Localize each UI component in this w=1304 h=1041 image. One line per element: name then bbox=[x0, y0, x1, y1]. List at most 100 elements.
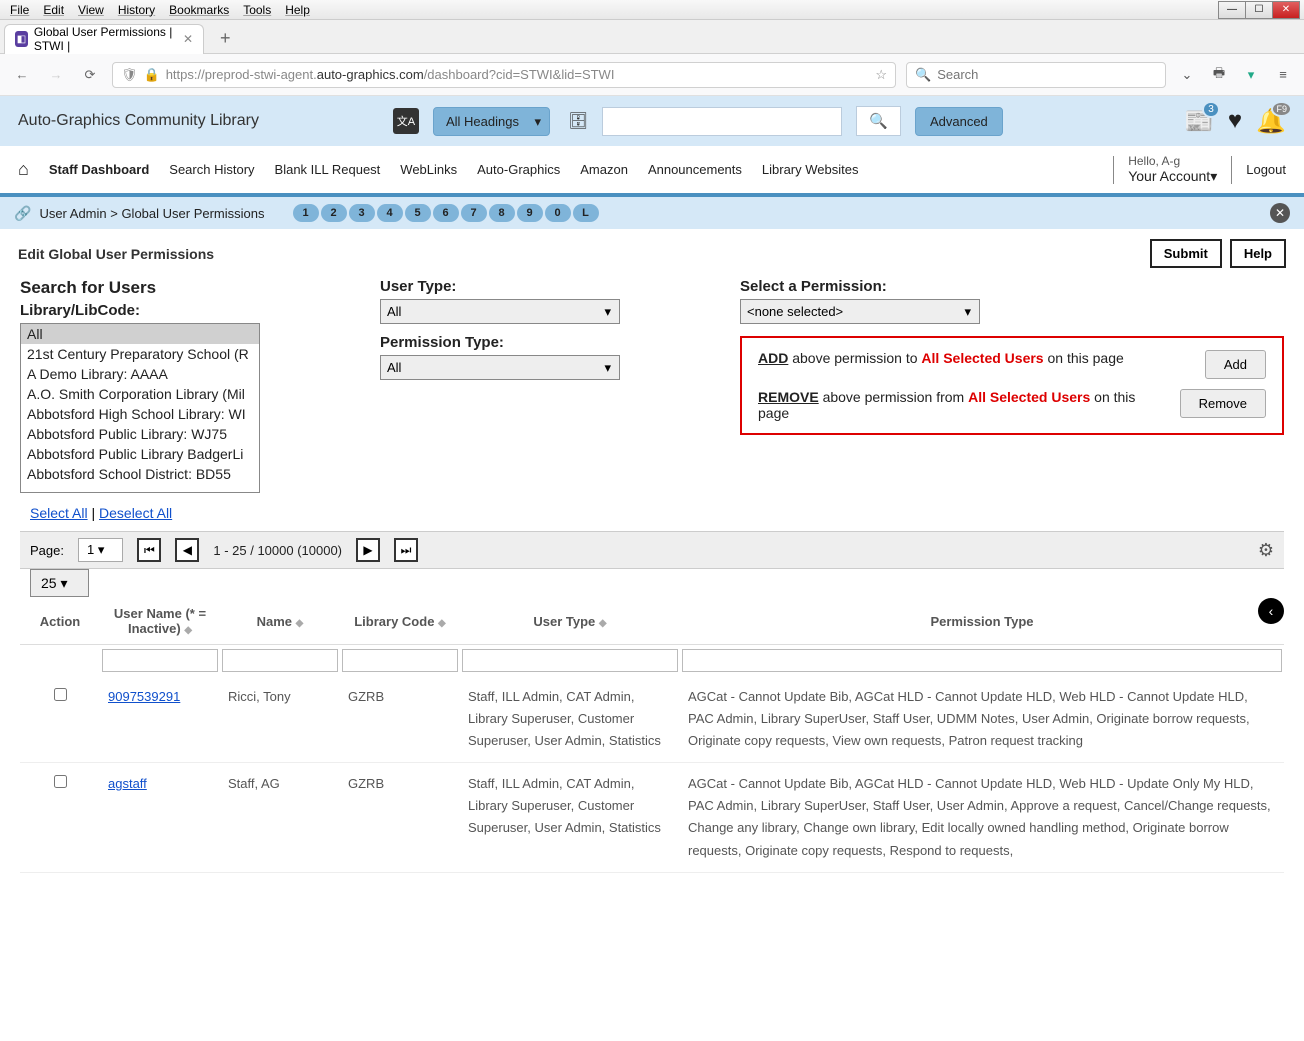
menu-view[interactable]: View bbox=[72, 1, 110, 19]
database-icon[interactable]: 🗄 bbox=[568, 111, 588, 131]
remove-button[interactable]: Remove bbox=[1180, 389, 1266, 418]
user-type-dropdown[interactable]: All bbox=[380, 299, 620, 324]
last-page-icon[interactable]: ⏭ bbox=[394, 538, 418, 562]
library-option[interactable]: All bbox=[21, 324, 259, 344]
browser-search-box[interactable]: 🔍 bbox=[906, 62, 1166, 88]
col-libcode[interactable]: Library Code ◆ bbox=[340, 598, 460, 645]
filter-usertype-input[interactable] bbox=[462, 649, 678, 672]
lock-icon: 🔒 bbox=[144, 67, 160, 83]
col-usertype[interactable]: User Type ◆ bbox=[460, 598, 680, 645]
user-link[interactable]: agstaff bbox=[108, 776, 147, 791]
filter-username-input[interactable] bbox=[102, 649, 218, 672]
sort-icon: ◆ bbox=[599, 618, 607, 629]
logout-link[interactable]: Logout bbox=[1246, 162, 1286, 177]
print-icon[interactable]: 🖶 bbox=[1208, 64, 1230, 86]
close-breadcrumb-icon[interactable]: ✕ bbox=[1270, 203, 1290, 223]
forward-button[interactable]: → bbox=[44, 63, 68, 87]
advanced-search-button[interactable]: Advanced bbox=[915, 107, 1003, 136]
row-checkbox[interactable] bbox=[54, 775, 67, 788]
select-permission-dropdown[interactable]: <none selected> bbox=[740, 299, 980, 324]
user-link[interactable]: 9097539291 bbox=[108, 689, 180, 704]
prev-page-icon[interactable]: ◀ bbox=[175, 538, 199, 562]
bubble[interactable]: 9 bbox=[517, 204, 543, 222]
gear-icon[interactable]: ⚙ bbox=[1258, 540, 1274, 561]
nav-blank-ill[interactable]: Blank ILL Request bbox=[275, 162, 381, 177]
first-page-icon[interactable]: ⏮ bbox=[137, 538, 161, 562]
row-checkbox[interactable] bbox=[54, 688, 67, 701]
page-size-select[interactable]: 25 ▾ bbox=[30, 569, 89, 597]
reload-button[interactable]: ⟳ bbox=[78, 63, 102, 87]
catalog-search-button[interactable]: 🔍 bbox=[856, 106, 901, 136]
nav-staff-dashboard[interactable]: Staff Dashboard bbox=[49, 162, 149, 177]
page-label: Page: bbox=[30, 543, 64, 558]
window-minimize-button[interactable]: — bbox=[1218, 1, 1246, 19]
filter-libcode-input[interactable] bbox=[342, 649, 458, 672]
bubble[interactable]: 6 bbox=[433, 204, 459, 222]
bell-icon[interactable]: 🔔F9 bbox=[1256, 107, 1286, 136]
bubble[interactable]: L bbox=[573, 204, 599, 222]
library-option[interactable]: Abbotsford Public Library BadgerLi bbox=[21, 444, 259, 464]
browser-tab[interactable]: ◧ Global User Permissions | STWI | ✕ bbox=[4, 24, 204, 54]
bubble[interactable]: 4 bbox=[377, 204, 403, 222]
heart-icon[interactable]: ♥ bbox=[1228, 107, 1242, 135]
menu-bookmarks[interactable]: Bookmarks bbox=[163, 1, 235, 19]
headings-dropdown[interactable]: All Headings bbox=[433, 107, 550, 136]
menu-file[interactable]: File bbox=[4, 1, 35, 19]
bubble[interactable]: 5 bbox=[405, 204, 431, 222]
next-page-icon[interactable]: ▶ bbox=[356, 538, 380, 562]
library-option[interactable]: 21st Century Preparatory School (R bbox=[21, 344, 259, 364]
page-select[interactable]: 1 ▾ bbox=[78, 538, 123, 562]
col-name[interactable]: Name ◆ bbox=[220, 598, 340, 645]
user-type-label: User Type: bbox=[380, 278, 630, 295]
nav-auto-graphics[interactable]: Auto-Graphics bbox=[477, 162, 560, 177]
library-listbox[interactable]: All 21st Century Preparatory School (R A… bbox=[20, 323, 260, 493]
browser-search-input[interactable] bbox=[937, 67, 1157, 82]
back-button[interactable]: ← bbox=[10, 63, 34, 87]
add-button[interactable]: Add bbox=[1205, 350, 1266, 379]
nav-library-websites[interactable]: Library Websites bbox=[762, 162, 859, 177]
nav-announcements[interactable]: Announcements bbox=[648, 162, 742, 177]
menu-help[interactable]: Help bbox=[279, 1, 316, 19]
bubble[interactable]: 8 bbox=[489, 204, 515, 222]
bubble[interactable]: 2 bbox=[321, 204, 347, 222]
catalog-search-input[interactable] bbox=[602, 107, 842, 136]
filter-permtype-input[interactable] bbox=[682, 649, 1282, 672]
home-icon[interactable]: ⌂ bbox=[18, 159, 29, 180]
cell-permtype: AGCat - Cannot Update Bib, AGCat HLD - C… bbox=[680, 676, 1284, 763]
window-close-button[interactable]: ✕ bbox=[1272, 1, 1300, 19]
bell-badge: F9 bbox=[1271, 101, 1292, 117]
news-icon[interactable]: 📰3 bbox=[1184, 107, 1214, 136]
bubble[interactable]: 0 bbox=[545, 204, 571, 222]
select-all-link[interactable]: Select All bbox=[30, 505, 88, 521]
library-option[interactable]: A.O. Smith Corporation Library (Mil bbox=[21, 384, 259, 404]
library-option[interactable]: Abbotsford School District: BD55 bbox=[21, 464, 259, 484]
extension-icon[interactable]: ▾ bbox=[1240, 64, 1262, 86]
help-button[interactable]: Help bbox=[1230, 239, 1286, 268]
bubble[interactable]: 7 bbox=[461, 204, 487, 222]
col-username[interactable]: User Name (* = Inactive) ◆ bbox=[100, 598, 220, 645]
nav-weblinks[interactable]: WebLinks bbox=[400, 162, 457, 177]
submit-button[interactable]: Submit bbox=[1150, 239, 1222, 268]
tab-close-icon[interactable]: ✕ bbox=[183, 32, 193, 46]
deselect-all-link[interactable]: Deselect All bbox=[99, 505, 172, 521]
bubble[interactable]: 3 bbox=[349, 204, 375, 222]
menu-history[interactable]: History bbox=[112, 1, 161, 19]
nav-amazon[interactable]: Amazon bbox=[580, 162, 628, 177]
library-option[interactable]: Abbotsford Public Library: WJ75 bbox=[21, 424, 259, 444]
address-bar[interactable]: 🛡 🔒 https://preprod-stwi-agent.auto-grap… bbox=[112, 62, 896, 88]
menu-tools[interactable]: Tools bbox=[237, 1, 277, 19]
bubble[interactable]: 1 bbox=[293, 204, 319, 222]
your-account-dropdown[interactable]: Your Account▾ bbox=[1128, 168, 1217, 185]
library-option[interactable]: A Demo Library: AAAA bbox=[21, 364, 259, 384]
new-tab-button[interactable]: + bbox=[212, 28, 239, 49]
pocket-icon[interactable]: ⌄ bbox=[1176, 64, 1198, 86]
translate-icon[interactable]: 文A bbox=[393, 108, 419, 134]
filter-name-input[interactable] bbox=[222, 649, 338, 672]
window-maximize-button[interactable]: ☐ bbox=[1245, 1, 1273, 19]
menu-edit[interactable]: Edit bbox=[37, 1, 70, 19]
library-option[interactable]: Abbotsford High School Library: WI bbox=[21, 404, 259, 424]
hamburger-menu-icon[interactable]: ≡ bbox=[1272, 64, 1294, 86]
permission-type-dropdown[interactable]: All bbox=[380, 355, 620, 380]
bookmark-star-icon[interactable]: ☆ bbox=[875, 67, 887, 83]
nav-search-history[interactable]: Search History bbox=[169, 162, 254, 177]
